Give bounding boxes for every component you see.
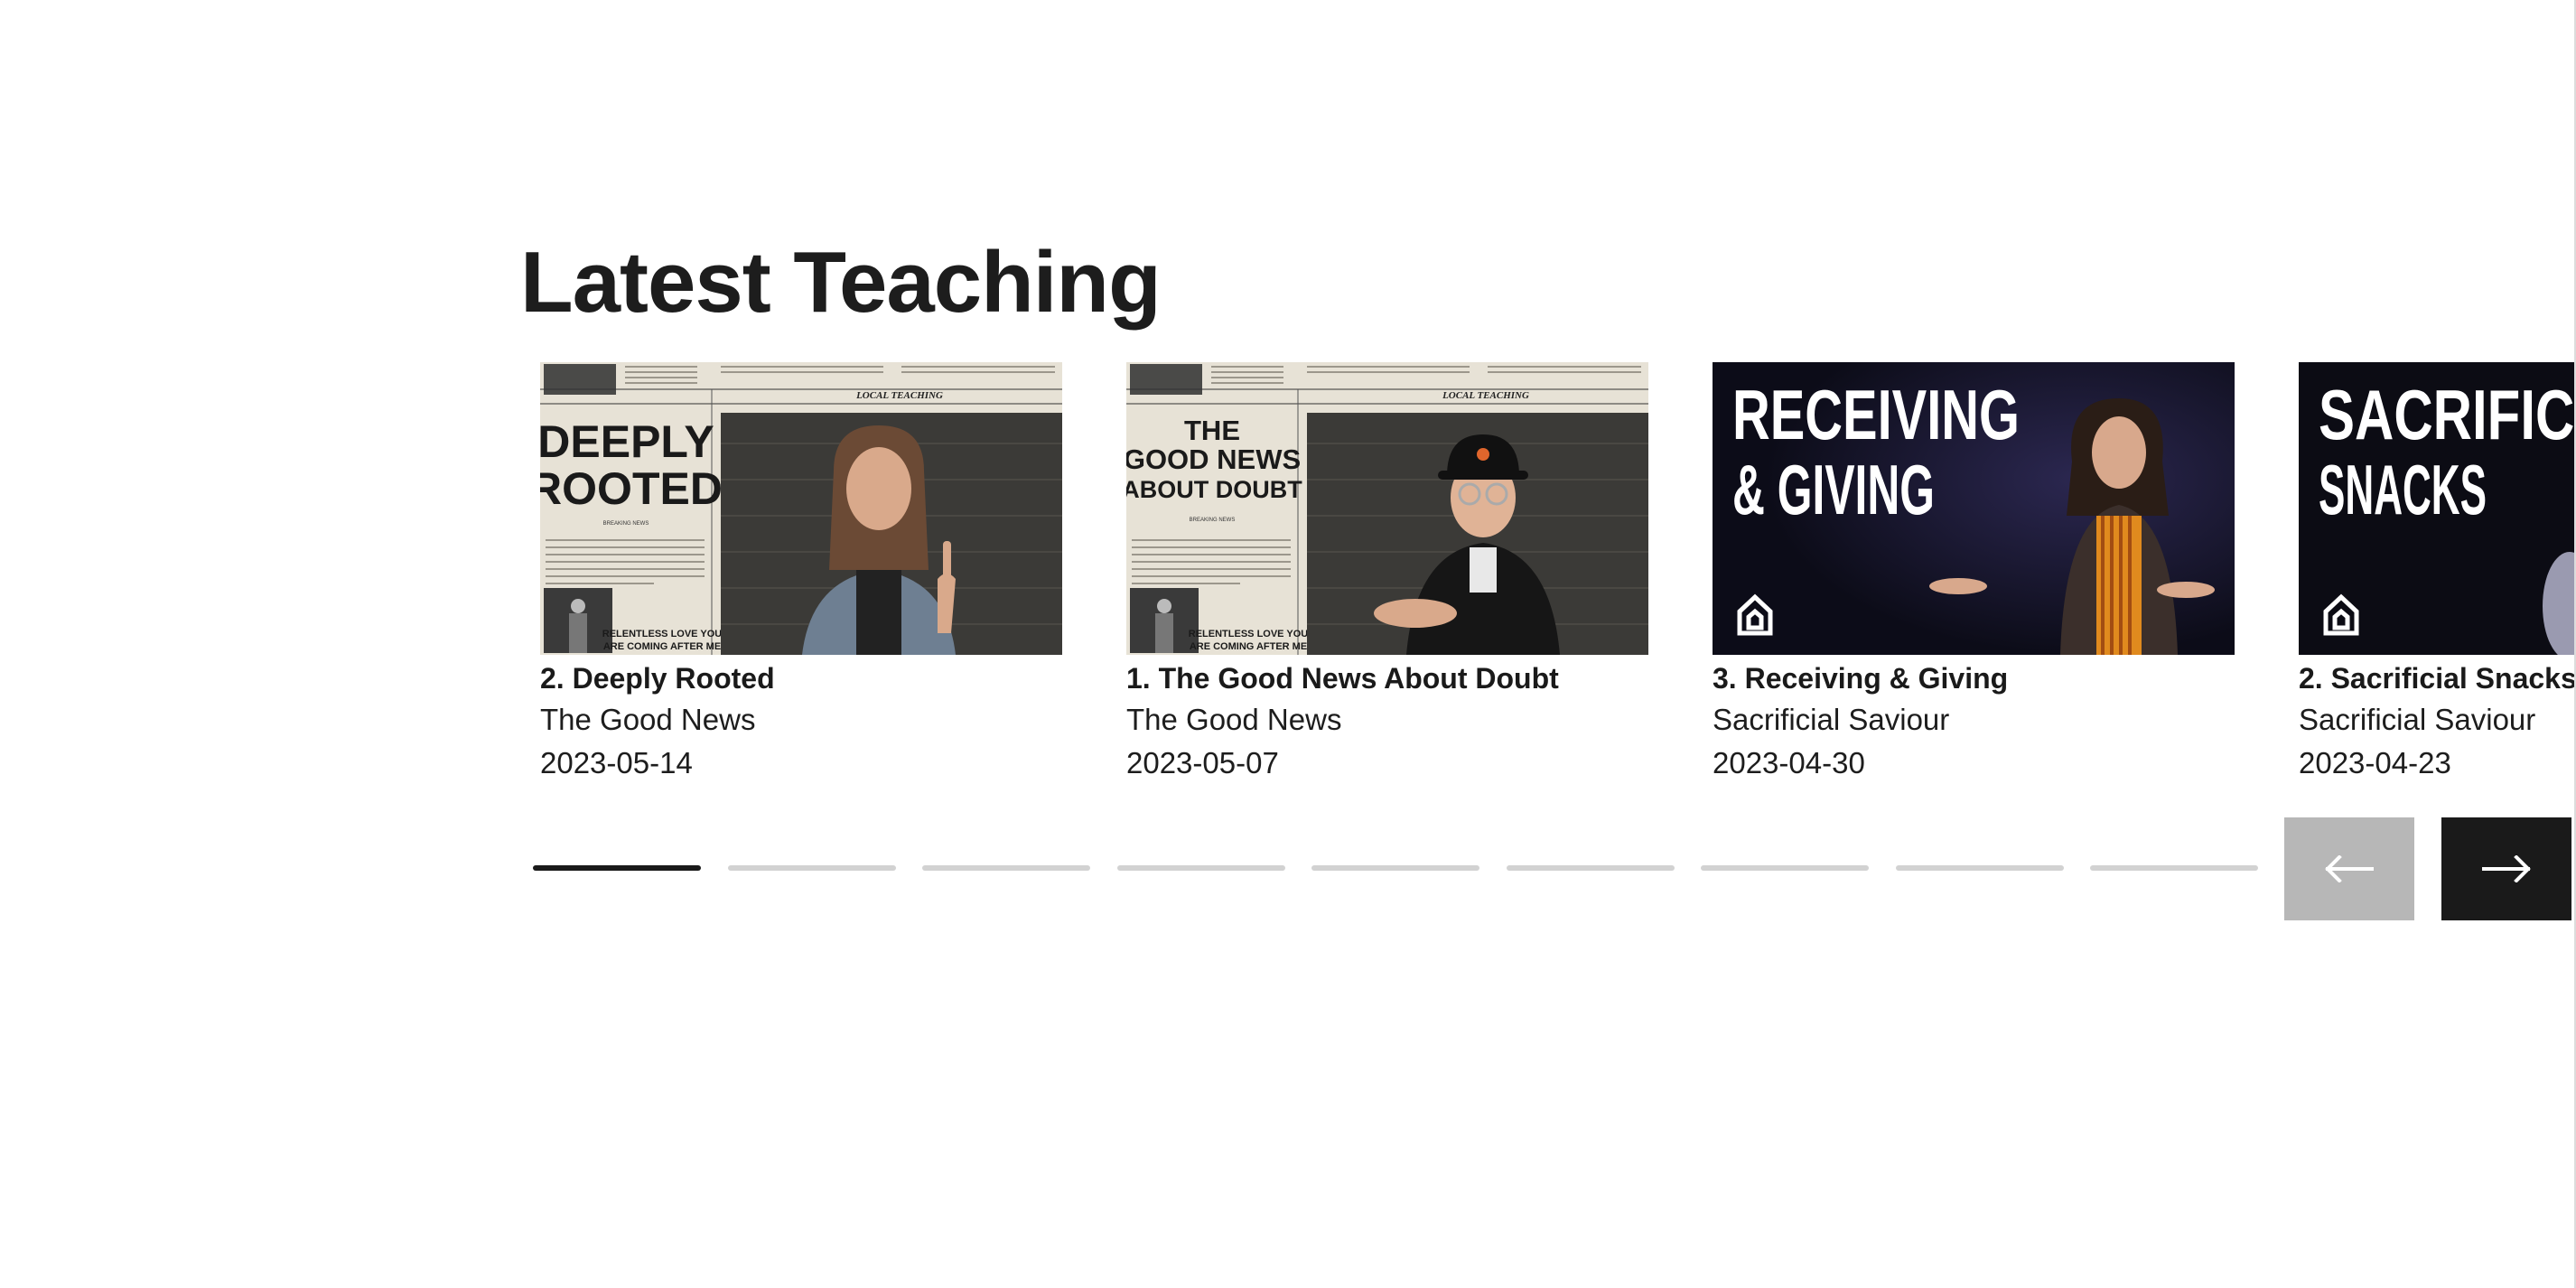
thumb-headline-line-1: DEEPLY (540, 416, 714, 467)
thumb-byline: BREAKING NEWS (603, 521, 649, 527)
page-indicator-4[interactable] (1117, 865, 1285, 871)
thumb-headline-line-3: ABOUT DOUBT (1126, 476, 1302, 503)
page-indicator-8[interactable] (1896, 865, 2064, 871)
card-series: The Good News (540, 703, 756, 736)
card-thumbnail[interactable]: RECEIVING & GIVING (1713, 362, 2235, 655)
thumb-headline-line-2: SNACKS (2319, 450, 2487, 529)
thumb-byline: BREAKING NEWS (1190, 518, 1236, 523)
page: Latest Teaching LOCAL TEACHING DEEPLY RO… (0, 0, 2576, 1288)
thumb-footer-line-1: RELENTLESS LOVE YOU (1189, 629, 1308, 639)
thumb-footer-line-1: RELENTLESS LOVE YOU (602, 629, 722, 639)
card-title[interactable]: 2. Sacrificial Snacks (2299, 658, 2574, 698)
thumb-tag: LOCAL TEACHING (855, 390, 943, 401)
thumb-footer-line-2: ARE COMING AFTER ME (1190, 641, 1307, 652)
page-indicator-7[interactable] (1701, 865, 1869, 871)
thumb-headline-line-1: SACRIFICIAL (2319, 375, 2574, 454)
thumb-footer-line-2: ARE COMING AFTER ME (603, 641, 721, 652)
card-series: The Good News (1126, 703, 1342, 736)
teaching-card[interactable]: LOCAL TEACHING DEEPLY ROOTED BREAKING NE… (540, 362, 1062, 785)
carousel-prev-button[interactable] (2284, 817, 2414, 920)
page-indicator-1[interactable] (533, 865, 701, 871)
card-date: 2023-05-14 (540, 746, 693, 779)
thumb-headline-line-2: GOOD NEWS (1126, 443, 1301, 475)
page-indicator-5[interactable] (1311, 865, 1479, 871)
section-title: Latest Teaching (520, 234, 1162, 331)
page-indicator-3[interactable] (922, 865, 1090, 871)
newspaper-thumbnail: LOCAL TEACHING THE GOOD NEWS ABOUT DOUBT… (1126, 362, 1648, 655)
carousel-track: LOCAL TEACHING DEEPLY ROOTED BREAKING NE… (540, 362, 2574, 796)
card-thumbnail[interactable]: SACRIFICIAL SNACKS (2299, 362, 2574, 655)
carousel-next-button[interactable] (2441, 817, 2571, 920)
card-thumbnail[interactable]: LOCAL TEACHING THE GOOD NEWS ABOUT DOUBT… (1126, 362, 1648, 655)
teaching-card[interactable]: RECEIVING & GIVING 3. Receiving & Giving… (1713, 362, 2235, 785)
newspaper-thumbnail: LOCAL TEACHING DEEPLY ROOTED BREAKING NE… (540, 362, 1062, 655)
card-thumbnail[interactable]: LOCAL TEACHING DEEPLY ROOTED BREAKING NE… (540, 362, 1062, 655)
thumb-headline-line-1: RECEIVING (1732, 375, 2020, 454)
thumb-tag: LOCAL TEACHING (1442, 390, 1529, 401)
card-date: 2023-04-23 (2299, 746, 2451, 779)
arrow-left-icon (2325, 855, 2374, 882)
card-title[interactable]: 2. Deeply Rooted (540, 658, 1062, 698)
stage-thumbnail: SACRIFICIAL SNACKS (2299, 362, 2574, 655)
arrow-right-icon (2482, 855, 2531, 882)
thumb-headline-line-1: THE (1184, 415, 1240, 446)
card-title[interactable]: 1. The Good News About Doubt (1126, 658, 1648, 698)
card-date: 2023-05-07 (1126, 746, 1279, 779)
card-title[interactable]: 3. Receiving & Giving (1713, 658, 2235, 698)
thumb-headline-line-2: & GIVING (1732, 450, 1935, 529)
page-indicator-9[interactable] (2090, 865, 2258, 871)
teaching-card[interactable]: SACRIFICIAL SNACKS 2. Sacrificial Snacks… (2299, 362, 2574, 785)
stage-thumbnail: RECEIVING & GIVING (1713, 362, 2235, 655)
thumb-headline-line-2: ROOTED (540, 463, 723, 514)
teaching-card[interactable]: LOCAL TEACHING THE GOOD NEWS ABOUT DOUBT… (1126, 362, 1648, 785)
page-indicator-2[interactable] (728, 865, 896, 871)
page-indicator-6[interactable] (1507, 865, 1675, 871)
card-series: Sacrificial Saviour (2299, 703, 2536, 736)
card-date: 2023-04-30 (1713, 746, 1865, 779)
card-series: Sacrificial Saviour (1713, 703, 1950, 736)
